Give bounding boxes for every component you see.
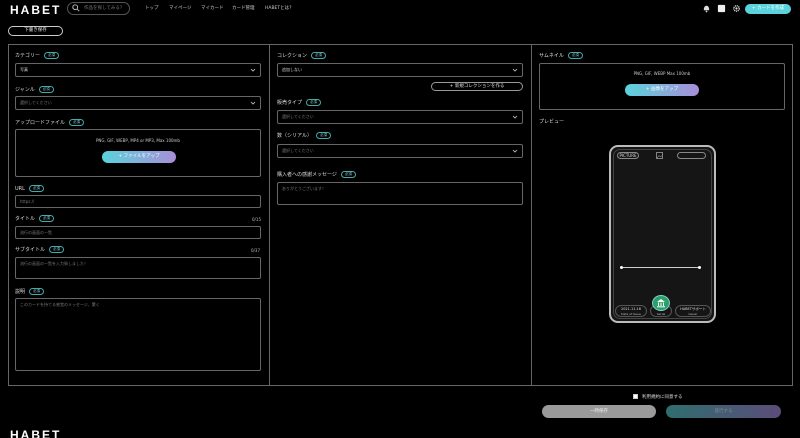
- title-placeholder: 流行の画面の一覧: [20, 230, 52, 235]
- chevron-down-icon: [512, 68, 518, 72]
- upload-label: アップロードファイル 必須: [15, 119, 85, 126]
- required-badge: 必須: [29, 288, 45, 295]
- collection-value: 追加しない: [282, 67, 302, 72]
- description-textarea[interactable]: このカードを持てる感覚のメッセージ、驚く: [15, 298, 261, 371]
- subtitle-placeholder: 流行の画面の一覧を入力致しました！: [20, 261, 88, 266]
- required-badge: 必須: [28, 185, 44, 192]
- category-value: 写真: [20, 67, 28, 72]
- sale-type-select[interactable]: 選択してください: [277, 110, 523, 124]
- description-placeholder: このカードを持てる感覚のメッセージ、驚く: [20, 302, 100, 307]
- thanks-message-textarea[interactable]: ありがとうございます！: [277, 182, 523, 205]
- preview-owner-label: Issuer: [688, 312, 698, 316]
- nav-top[interactable]: トップ: [145, 5, 159, 11]
- agree-checkbox[interactable]: [633, 394, 638, 399]
- agree-text: 利用規約に同意する: [642, 395, 683, 400]
- chevron-down-icon: [512, 149, 518, 153]
- preview-slider-dot-start: [620, 266, 623, 269]
- required-badge: 必須: [311, 52, 327, 59]
- preview-center-label: Serial: [656, 312, 666, 316]
- url-label: URL 必須: [15, 185, 44, 192]
- preview-date-label: Date of Issue: [621, 312, 641, 316]
- url-input[interactable]: https://: [15, 195, 261, 208]
- thanks-message-label: 購入者への感謝メッセージ 必須: [277, 171, 356, 178]
- required-badge: 必須: [44, 52, 60, 59]
- sale-type-label: 販売タイプ 必須: [277, 99, 322, 106]
- collection-label: コレクション 必須: [277, 52, 327, 59]
- middle-panel: [269, 44, 532, 386]
- nav-about[interactable]: HABETとは？: [265, 5, 294, 11]
- thumbnail-formats: PNG, GIF, WEBP Max 100mb: [633, 71, 691, 76]
- temp-save-button[interactable]: 一時保存: [542, 405, 656, 418]
- preview-slider-dot-end: [698, 266, 701, 269]
- upload-file-button[interactable]: + ファイルをアップ: [102, 151, 176, 163]
- gear-icon[interactable]: [732, 4, 741, 13]
- upload-formats: PNG, GIF, WEBP, MP4 or MP3, Max 100mb: [96, 138, 180, 143]
- url-placeholder: https://: [20, 199, 35, 204]
- genre-label: ジャンル 必須: [15, 86, 54, 93]
- bell-icon[interactable]: [702, 4, 711, 13]
- footer-logo: HABET: [10, 428, 62, 438]
- collection-select[interactable]: 追加しない: [277, 63, 523, 77]
- nav-mypage[interactable]: マイページ: [169, 5, 191, 11]
- title-label: タイトル 必須: [15, 215, 55, 222]
- chevron-down-icon: [250, 101, 256, 105]
- square-icon[interactable]: [717, 4, 726, 13]
- publish-button[interactable]: 発行する: [666, 405, 781, 418]
- card-preview-inner: [613, 149, 712, 319]
- title-input[interactable]: 流行の画面の一覧: [15, 226, 261, 239]
- quantity-placeholder: 選択してください: [282, 148, 314, 153]
- search-input[interactable]: 作品を探してみる？: [67, 2, 130, 15]
- chevron-down-icon: [512, 115, 518, 119]
- preview-date: 2021.11.16: [620, 307, 642, 311]
- description-label: 説明 必須: [15, 288, 45, 295]
- create-card-button[interactable]: + カードを作成: [745, 4, 791, 14]
- subtitle-label: サブタイトル 必須: [15, 246, 65, 253]
- required-badge: 必須: [39, 215, 55, 222]
- search-icon: [72, 4, 80, 12]
- quantity-select[interactable]: 選択してください: [277, 144, 523, 158]
- nav-card-manage[interactable]: カード管理: [232, 5, 255, 11]
- habet-logo[interactable]: HABET: [10, 3, 61, 17]
- preview-count-pill: [677, 152, 706, 159]
- required-badge: 必須: [340, 171, 356, 178]
- title-count: 0/15: [252, 217, 261, 222]
- thanks-message-placeholder: ありがとうございます！: [282, 186, 326, 191]
- required-badge: 必須: [38, 86, 54, 93]
- genre-select[interactable]: 選択してください: [15, 96, 261, 110]
- subtitle-textarea[interactable]: 流行の画面の一覧を入力致しました！: [15, 257, 261, 279]
- image-icon: [656, 152, 663, 159]
- required-badge: 必須: [315, 132, 331, 139]
- quantity-label: 数（シリアル） 必須: [277, 132, 331, 139]
- required-badge: 必須: [306, 99, 322, 106]
- required-badge: 必須: [567, 52, 583, 59]
- new-collection-button[interactable]: + 新規コレクションを作る: [431, 82, 523, 91]
- category-select[interactable]: 写真: [15, 63, 261, 77]
- building-icon: [657, 299, 665, 308]
- preview-type-badge: PICTURE: [617, 152, 639, 159]
- sale-type-placeholder: 選択してください: [282, 114, 314, 119]
- genre-placeholder: 選択してください: [20, 100, 52, 105]
- required-badge: 必須: [49, 246, 65, 253]
- thumbnail-label: サムネイル 必須: [539, 52, 583, 59]
- subtitle-count: 0/37: [251, 248, 260, 253]
- nav-mycard[interactable]: マイカード: [201, 5, 224, 11]
- search-placeholder: 作品を探してみる？: [84, 6, 125, 11]
- chevron-down-icon: [250, 68, 256, 72]
- preview-slider-track: [621, 267, 700, 268]
- draft-save-button[interactable]: 下書き保存: [8, 26, 63, 36]
- category-label: カテゴリー 必須: [15, 52, 60, 59]
- preview-label: プレビュー: [539, 119, 565, 125]
- upload-thumbnail-button[interactable]: + 画像をアップ: [625, 84, 699, 96]
- required-badge: 必須: [69, 119, 85, 126]
